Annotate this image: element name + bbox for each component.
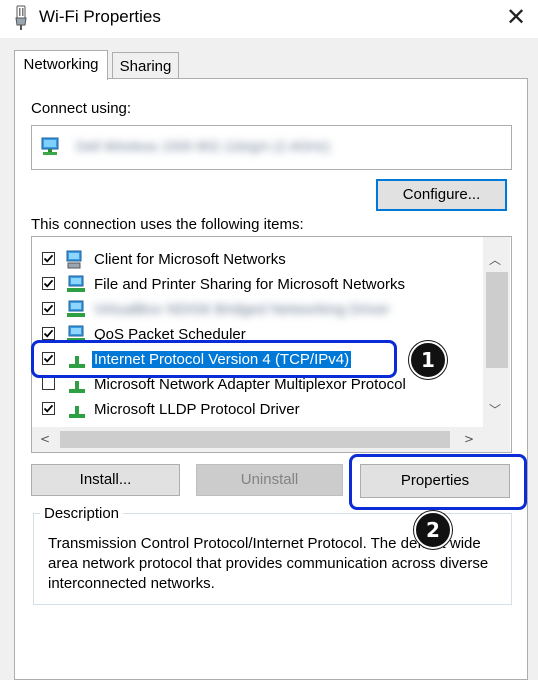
ipv4-highlight	[31, 340, 397, 378]
list-item[interactable]: File and Printer Sharing for Microsoft N…	[32, 272, 484, 297]
uninstall-button: Uninstall	[196, 464, 343, 496]
properties-highlight	[349, 454, 527, 510]
adapter-name: Dell Wireless 1500 802.11b/g/n (2.4GHz)	[76, 138, 331, 154]
title-bar: Wi-Fi Properties ✕	[0, 0, 538, 38]
item-label: VirtualBox NDIS6 Bridged Networking Driv…	[94, 301, 390, 318]
scroll-thumb[interactable]	[486, 272, 508, 368]
install-button[interactable]: Install...	[31, 464, 180, 496]
network-adapter-icon	[40, 136, 62, 156]
checkbox-checked[interactable]	[42, 252, 55, 265]
checkbox-checked[interactable]	[42, 327, 55, 340]
checkbox-checked[interactable]	[42, 302, 55, 315]
network-client-icon	[65, 250, 91, 270]
list-item[interactable]: Microsoft LLDP Protocol Driver	[32, 397, 484, 422]
scroll-thumb[interactable]	[60, 431, 450, 448]
scroll-down-icon[interactable]: ﹀	[489, 401, 501, 418]
checkbox-checked[interactable]	[42, 277, 55, 290]
scroll-right-icon[interactable]: >	[464, 432, 474, 446]
item-label: File and Printer Sharing for Microsoft N…	[94, 276, 405, 293]
protocol-icon	[65, 375, 91, 395]
adapter-field: Dell Wireless 1500 802.11b/g/n (2.4GHz)	[31, 125, 512, 170]
checkbox-checked[interactable]	[42, 402, 55, 415]
item-label: Client for Microsoft Networks	[94, 251, 286, 268]
network-service-icon	[65, 275, 91, 295]
wifi-adapter-icon	[13, 5, 29, 31]
protocol-icon	[65, 400, 91, 420]
list-item[interactable]: VirtualBox NDIS6 Bridged Networking Driv…	[32, 297, 484, 322]
description-label: Description	[40, 505, 124, 522]
items-label: This connection uses the following items…	[31, 216, 304, 233]
window-title: Wi-Fi Properties	[39, 7, 161, 26]
network-service-icon	[65, 300, 91, 320]
configure-button[interactable]: Configure...	[376, 179, 507, 211]
scroll-corner	[483, 427, 510, 452]
item-label: Microsoft Network Adapter Multiplexor Pr…	[94, 376, 406, 393]
close-icon[interactable]: ✕	[504, 4, 528, 30]
step-1-badge: 1	[409, 341, 447, 379]
connect-using-label: Connect using:	[31, 100, 132, 117]
scroll-left-icon[interactable]: <	[40, 432, 50, 446]
tab-networking[interactable]: Networking	[14, 50, 108, 80]
scroll-up-icon[interactable]: ︿	[489, 251, 501, 268]
step-2-badge: 2	[414, 511, 452, 549]
item-label: Microsoft LLDP Protocol Driver	[94, 401, 300, 418]
tab-sharing[interactable]: Sharing	[112, 52, 179, 80]
list-item[interactable]: Client for Microsoft Networks	[32, 247, 484, 272]
checkbox-unchecked[interactable]	[42, 377, 55, 390]
